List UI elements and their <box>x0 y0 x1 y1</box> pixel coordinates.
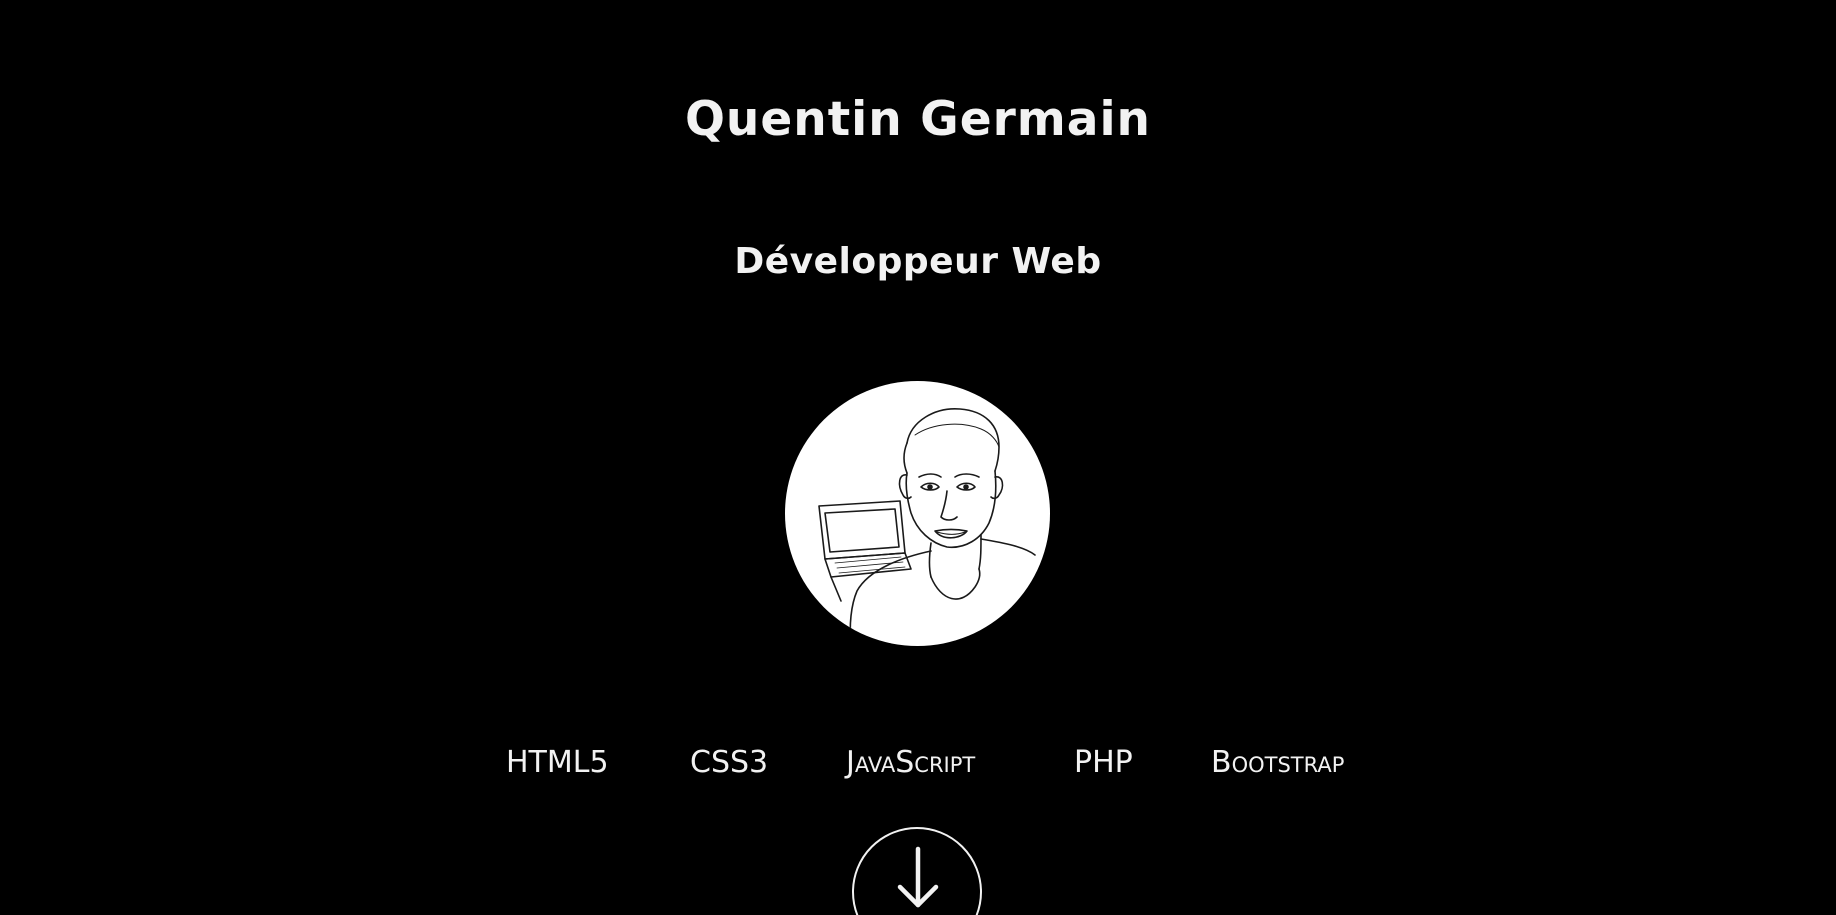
skill-bootstrap: Bootstrap <box>1211 745 1345 780</box>
scroll-down-button[interactable] <box>852 827 982 915</box>
job-title: Développeur Web <box>734 241 1102 282</box>
arrow-down-icon <box>897 846 939 908</box>
skills-list: HTML5 CSS3 JavaScript PHP Bootstrap <box>0 740 1836 786</box>
skill-css3: CSS3 <box>690 745 769 780</box>
skill-html5: HTML5 <box>506 745 609 780</box>
skill-javascript: JavaScript <box>846 745 976 780</box>
skill-php: PHP <box>1074 745 1133 780</box>
avatar <box>785 381 1050 646</box>
hero-section: Quentin Germain Développeur Web HTML5 CS… <box>0 0 1836 915</box>
developer-portrait-icon <box>818 408 1036 646</box>
page-title: Quentin Germain <box>684 92 1152 147</box>
